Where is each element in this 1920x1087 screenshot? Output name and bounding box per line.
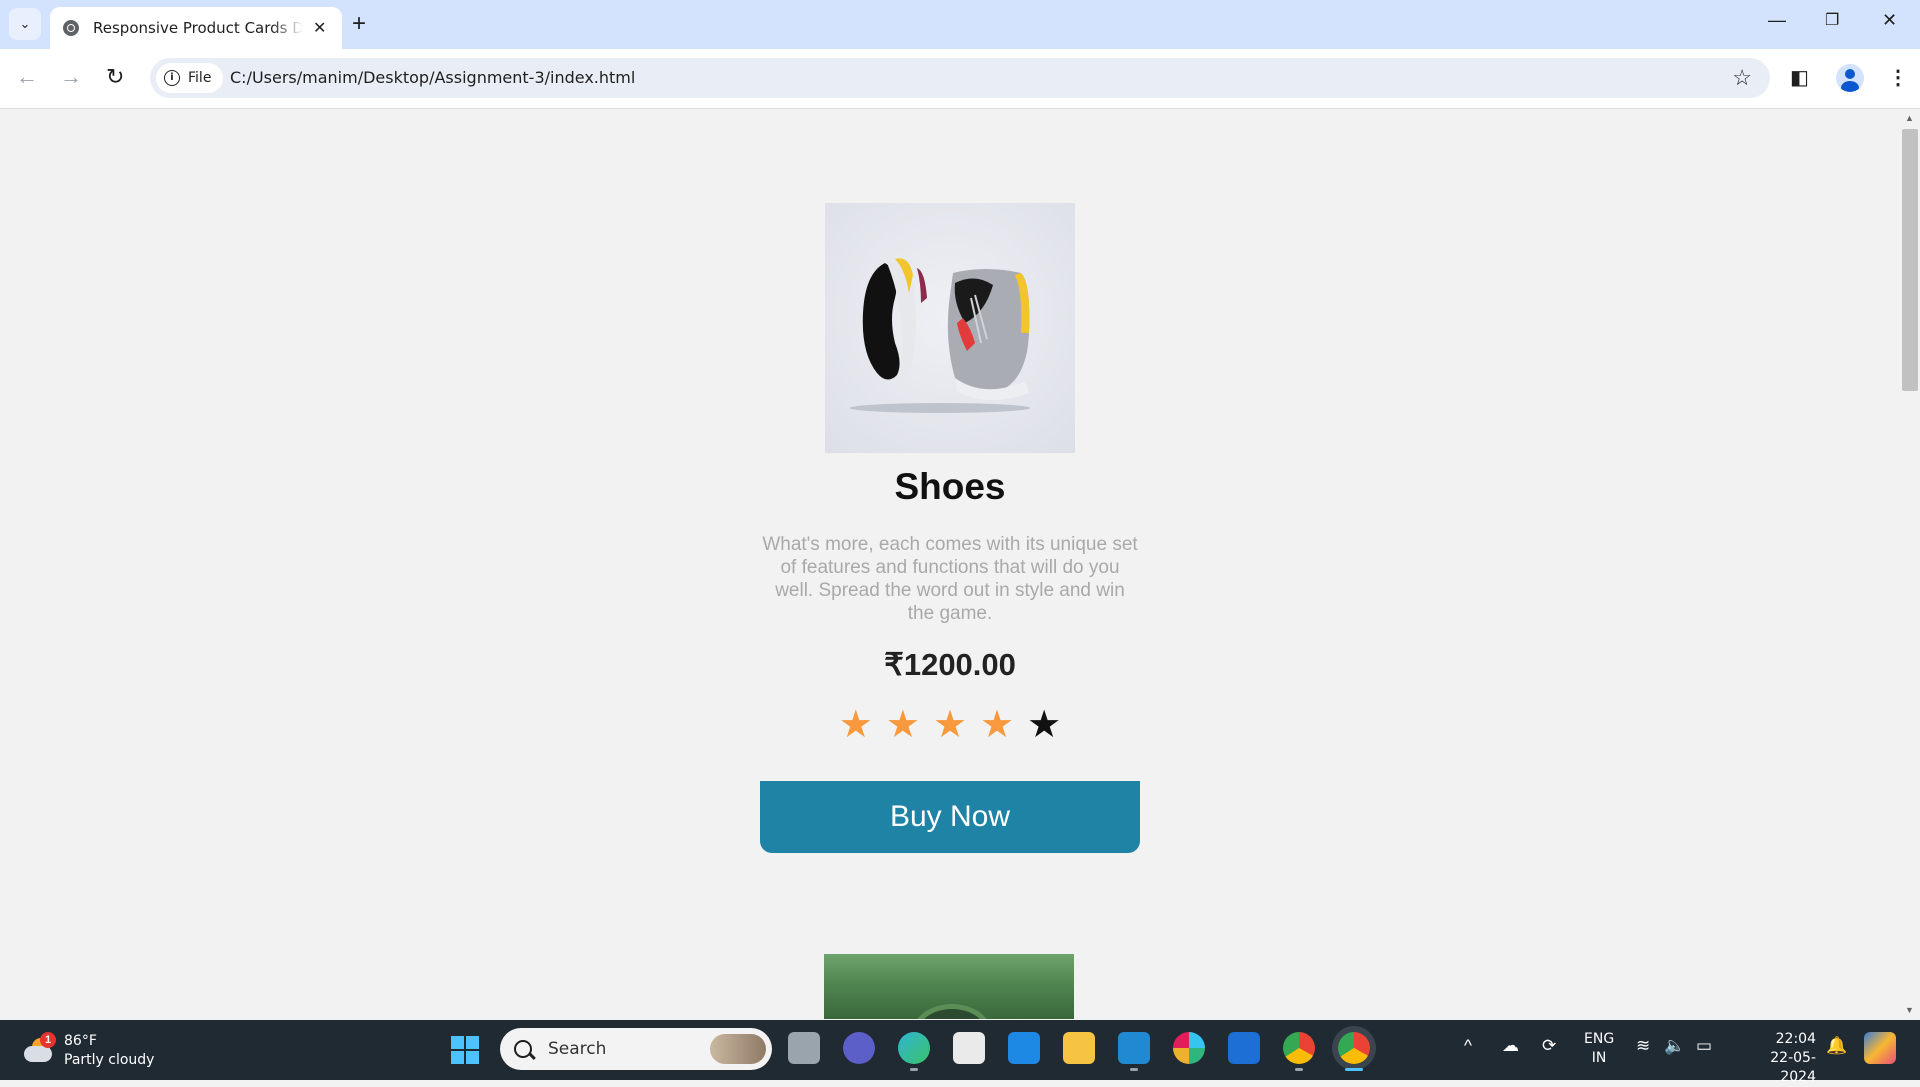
- scroll-up-arrow-icon[interactable]: ▲: [1905, 113, 1914, 123]
- windows-start-icon[interactable]: [451, 1036, 479, 1064]
- close-icon[interactable]: ✕: [313, 18, 326, 38]
- site-chip-label: File: [188, 70, 212, 86]
- person-icon[interactable]: [1836, 64, 1864, 92]
- shoe-image-partial: [912, 1004, 992, 1019]
- clock-time: 22:04: [1775, 1031, 1816, 1047]
- clock[interactable]: 22:04 22-05-2024: [1736, 1030, 1816, 1087]
- scroll-down-arrow-icon[interactable]: ▼: [1905, 1005, 1914, 1015]
- tab-title: Responsive Product Cards Design: [93, 19, 303, 37]
- product-description: What's more, each comes with its unique …: [762, 534, 1138, 624]
- side-panel-icon[interactable]: ◧: [1790, 65, 1809, 90]
- chevron-up-icon[interactable]: ^: [1464, 1036, 1472, 1056]
- microsoft-store-icon[interactable]: [953, 1032, 985, 1064]
- wifi-icon[interactable]: ≋: [1636, 1036, 1650, 1056]
- volume-icon[interactable]: 🔈: [1664, 1036, 1685, 1056]
- product-title: Shoes: [894, 466, 1006, 507]
- chrome-profile-icon[interactable]: [1283, 1032, 1315, 1071]
- buy-now-button[interactable]: Buy Now: [760, 781, 1140, 853]
- edge-icon[interactable]: [898, 1032, 930, 1071]
- restore-icon[interactable]: ❐: [1825, 10, 1839, 30]
- browser-tab-strip: ⌄ Responsive Product Cards Design ✕ + — …: [0, 0, 1920, 49]
- weather-widget[interactable]: 1 86°F Partly cloudy: [22, 1032, 154, 1070]
- star-filled-icon: ★: [932, 704, 968, 746]
- windows-taskbar: 1 86°F Partly cloudy Search ^ ☁ ⟳ ENG IN…: [0, 1020, 1920, 1085]
- new-tab-plus-icon[interactable]: +: [352, 10, 366, 38]
- weather-temperature: 86°F: [64, 1033, 97, 1049]
- star-filled-icon: ★: [980, 704, 1015, 746]
- slack-icon[interactable]: [1173, 1032, 1205, 1064]
- clock-date: 22-05-2024: [1770, 1050, 1816, 1085]
- shoes-illustration: [850, 258, 1030, 413]
- teams-chat-icon[interactable]: [843, 1032, 875, 1064]
- minimize-icon[interactable]: —: [1768, 10, 1786, 31]
- file-explorer-icon[interactable]: [1063, 1032, 1095, 1064]
- task-view-icon[interactable]: [788, 1032, 820, 1064]
- taskbar-search[interactable]: Search: [500, 1028, 772, 1070]
- battery-icon[interactable]: ▭: [1696, 1036, 1712, 1056]
- mail-icon[interactable]: [1008, 1032, 1040, 1064]
- vertical-scrollbar[interactable]: ▲ ▼: [1900, 109, 1920, 1019]
- next-product-image: [824, 954, 1074, 1019]
- info-icon: i: [164, 70, 180, 86]
- partly-cloudy-icon: 1: [22, 1032, 56, 1066]
- star-rating: ★ ★ ★ ★ ★: [760, 705, 1140, 745]
- language-indicator[interactable]: ENG IN: [1584, 1030, 1614, 1068]
- star-filled-icon: ★: [838, 704, 873, 746]
- product-card: Shoes What's more, each comes with its u…: [760, 203, 1140, 853]
- star-empty-icon: ★: [1027, 704, 1062, 746]
- chrome-icon[interactable]: [1338, 1032, 1370, 1071]
- search-placeholder: Search: [548, 1039, 607, 1059]
- vscode-icon[interactable]: [1118, 1032, 1150, 1071]
- arrow-right-icon[interactable]: →: [60, 65, 82, 89]
- browser-toolbar: ← → ↻ i File C:/Users/manim/Desktop/Assi…: [0, 49, 1920, 109]
- star-filled-icon: ★: [885, 704, 920, 746]
- address-bar[interactable]: i File C:/Users/manim/Desktop/Assignment…: [150, 58, 1770, 98]
- region-code: IN: [1591, 1050, 1607, 1066]
- sync-icon[interactable]: ⟳: [1542, 1036, 1556, 1056]
- copilot-icon[interactable]: [1864, 1032, 1896, 1064]
- search-icon: [514, 1040, 532, 1058]
- product-image: [825, 203, 1075, 453]
- window-close-icon[interactable]: ✕: [1882, 10, 1897, 31]
- weather-badge: 1: [40, 1032, 56, 1048]
- url-text[interactable]: C:/Users/manim/Desktop/Assignment-3/inde…: [230, 68, 635, 87]
- arrow-left-icon[interactable]: ←: [16, 65, 38, 89]
- globe-icon: [63, 20, 79, 36]
- search-highlight-image: [710, 1034, 766, 1064]
- reload-icon[interactable]: ↻: [106, 65, 124, 89]
- chevron-down-icon: ⌄: [19, 16, 31, 31]
- site-info-chip[interactable]: i File: [156, 63, 224, 93]
- weather-description: Partly cloudy: [64, 1052, 155, 1068]
- tab-search-button[interactable]: ⌄: [9, 8, 41, 40]
- product-price: ₹1200.00: [884, 647, 1016, 682]
- browser-tab-active[interactable]: Responsive Product Cards Design ✕: [50, 7, 342, 49]
- scroll-thumb[interactable]: [1902, 129, 1918, 391]
- kebab-menu-icon[interactable]: ⋮: [1888, 65, 1908, 90]
- language-code: ENG: [1584, 1031, 1615, 1047]
- cloud-offline-icon[interactable]: ☁: [1502, 1036, 1519, 1056]
- notepad-icon[interactable]: [1228, 1032, 1260, 1064]
- page-viewport: Shoes What's more, each comes with its u…: [0, 109, 1900, 1019]
- notification-bell-icon[interactable]: 🔔: [1826, 1036, 1847, 1056]
- star-outline-icon[interactable]: ☆: [1732, 65, 1752, 91]
